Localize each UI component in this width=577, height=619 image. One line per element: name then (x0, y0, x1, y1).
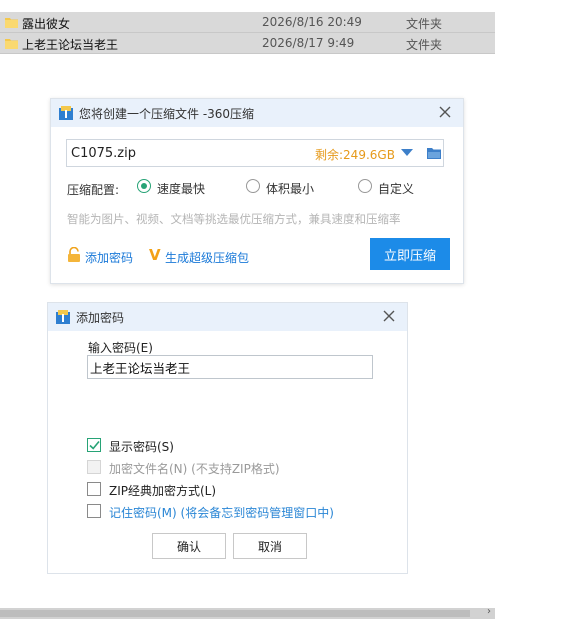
radio-circle[interactable] (358, 179, 372, 193)
radio-circle[interactable] (137, 179, 151, 193)
scrollbar-thumb[interactable] (0, 610, 470, 617)
folder-icon (5, 39, 18, 49)
option-label[interactable]: 速度最快 (157, 180, 205, 197)
password-titlebar[interactable]: 添加密码 (48, 303, 407, 331)
options-label: 压缩配置: (67, 183, 120, 197)
close-icon[interactable] (435, 102, 455, 122)
file-name: 上老王论坛当老王 (22, 38, 119, 52)
compress-hint: 智能为图片、视频、文档等挑选最优压缩方式，兼具速度和压缩率 (67, 212, 401, 226)
chevron-right-icon[interactable]: › (487, 606, 491, 617)
super-pack-text[interactable]: 生成超级压缩包 (165, 249, 249, 266)
compress-titlebar[interactable]: 您将创建一个压缩文件 -360压缩 (51, 99, 463, 127)
v-badge-icon: V (149, 246, 161, 264)
ok-button[interactable]: 确认 (152, 533, 226, 559)
radio-circle[interactable] (246, 179, 260, 193)
compress-title: 您将创建一个压缩文件 -360压缩 (79, 107, 255, 121)
checkbox-box[interactable] (87, 504, 101, 518)
horizontal-scrollbar[interactable]: › (0, 606, 495, 619)
compress-dialog: 您将创建一个压缩文件 -360压缩 C1075.zip 剩余:249.6GB 压… (50, 98, 464, 284)
file-date: 2026/8/17 9:49 (262, 36, 355, 50)
chevron-down-icon[interactable] (401, 149, 413, 157)
file-name: 露出彼女 (22, 17, 71, 31)
add-password-text[interactable]: 添加密码 (85, 249, 133, 266)
checkbox-label[interactable]: 记住密码(M) (将会备忘到密码管理窗口中) (109, 504, 334, 521)
password-field-label: 输入密码(E) (88, 341, 153, 355)
free-space: 剩余:249.6GB (315, 148, 395, 162)
zip-app-icon (59, 106, 73, 120)
filename-value[interactable]: C1075.zip (71, 146, 136, 161)
checkbox-label[interactable]: 显示密码(S) (109, 438, 174, 455)
file-row[interactable]: 上老王论坛当老王 2026/8/17 9:49 文件夹 (0, 33, 495, 54)
checkbox-box[interactable] (87, 482, 101, 496)
check-icon (89, 440, 100, 450)
file-date: 2026/8/16 20:49 (262, 15, 362, 29)
password-input[interactable] (87, 355, 373, 379)
close-icon[interactable] (379, 306, 399, 326)
password-title: 添加密码 (76, 311, 125, 325)
file-type: 文件夹 (406, 17, 443, 31)
zip-app-icon (56, 310, 70, 324)
cancel-button[interactable]: 取消 (233, 533, 307, 559)
blank-area (495, 0, 577, 619)
option-label[interactable]: 自定义 (378, 180, 414, 197)
file-list: 露出彼女 2026/8/16 20:49 文件夹 上老王论坛当老王 2026/8… (0, 12, 495, 54)
lock-icon (68, 247, 80, 262)
folder-icon (5, 18, 18, 28)
checkbox-label[interactable]: ZIP经典加密方式(L) (109, 482, 216, 499)
checkbox-box (87, 460, 101, 474)
password-dialog: 添加密码 输入密码(E) 显示密码(S) 加密文件名(N) (不支持ZIP格式)… (47, 302, 408, 574)
filename-field[interactable]: C1075.zip 剩余:249.6GB (66, 139, 444, 167)
option-label[interactable]: 体积最小 (266, 180, 314, 197)
browse-folder-icon[interactable] (427, 147, 441, 159)
checkbox-box[interactable] (87, 438, 101, 452)
compress-now-button[interactable]: 立即压缩 (370, 238, 450, 270)
file-type: 文件夹 (406, 38, 443, 52)
file-row[interactable]: 露出彼女 2026/8/16 20:49 文件夹 (0, 12, 495, 33)
checkbox-label: 加密文件名(N) (不支持ZIP格式) (109, 462, 280, 476)
